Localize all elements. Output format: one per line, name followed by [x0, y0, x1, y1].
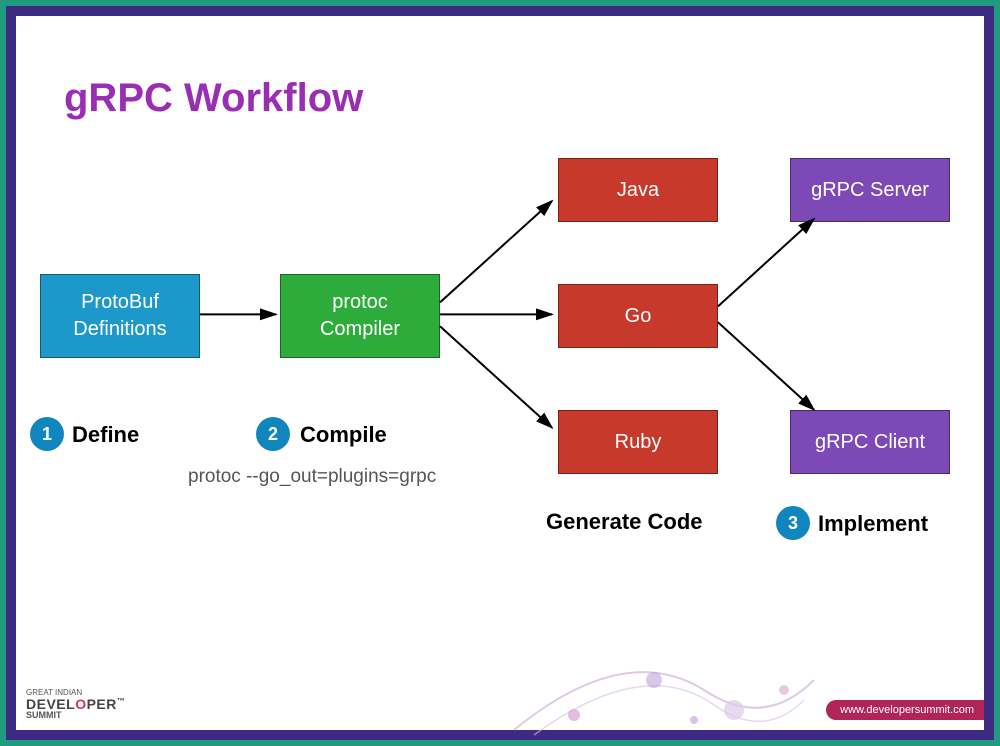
- box-go: Go: [558, 284, 718, 348]
- box-ruby-label: Ruby: [615, 429, 662, 456]
- box-protobuf-line2: Definitions: [73, 316, 166, 343]
- box-server-label: gRPC Server: [811, 177, 929, 204]
- footer-logo: GREAT INDIAN DEVELOPER™ SUMMIT: [26, 689, 125, 720]
- slide-frame: gRPC Workflow ProtoBuf Definitions proto…: [6, 6, 994, 740]
- slide-title: gRPC Workflow: [64, 76, 363, 121]
- step-3-label: Implement: [818, 511, 928, 537]
- decoration-swirl: [504, 620, 824, 740]
- box-go-label: Go: [625, 303, 652, 330]
- box-java-label: Java: [617, 177, 659, 204]
- box-compiler-line1: protoc: [332, 289, 388, 316]
- footer-url: www.developersummit.com: [840, 704, 974, 716]
- box-client: gRPC Client: [790, 410, 950, 474]
- box-compiler: protoc Compiler: [280, 274, 440, 358]
- footer-url-tag: www.developersummit.com: [826, 700, 984, 720]
- box-compiler-line2: Compiler: [320, 316, 400, 343]
- box-protobuf-line1: ProtoBuf: [81, 289, 159, 316]
- step-2-label: Compile: [300, 422, 387, 448]
- box-client-label: gRPC Client: [815, 429, 925, 456]
- step-1-circle: 1: [30, 417, 64, 451]
- protoc-command: protoc --go_out=plugins=grpc: [188, 466, 436, 488]
- footer-brand-post: PER: [87, 696, 117, 712]
- box-server: gRPC Server: [790, 158, 950, 222]
- footer-brand-o: O: [75, 696, 86, 712]
- footer-logo-sub: SUMMIT: [26, 711, 125, 720]
- step-2-circle: 2: [256, 417, 290, 451]
- footer-logo-brand: DEVELOPER™: [26, 697, 125, 711]
- generate-code-label: Generate Code: [546, 509, 703, 535]
- box-protobuf: ProtoBuf Definitions: [40, 274, 200, 358]
- step-3-circle: 3: [776, 506, 810, 540]
- slide: gRPC Workflow ProtoBuf Definitions proto…: [16, 16, 984, 730]
- box-java: Java: [558, 158, 718, 222]
- step-1-label: Define: [72, 422, 139, 448]
- box-ruby: Ruby: [558, 410, 718, 474]
- arrows: [16, 16, 984, 730]
